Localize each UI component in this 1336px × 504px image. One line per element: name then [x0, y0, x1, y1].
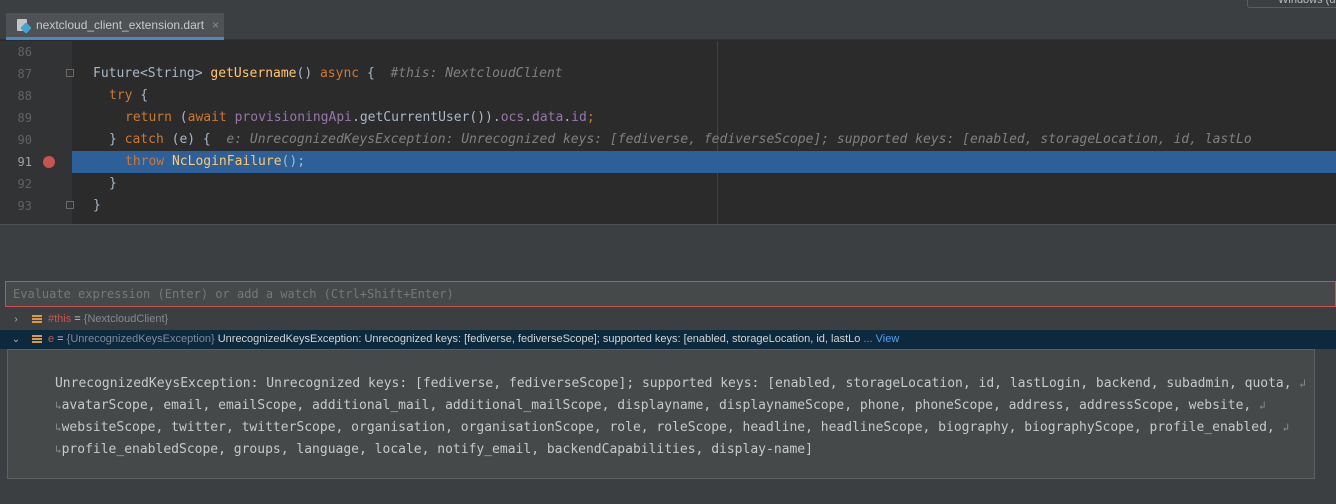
field-icon — [32, 315, 42, 324]
variable-row[interactable]: ⌄ e = {UnrecognizedKeysException} Unreco… — [0, 330, 1336, 349]
code-line: 88 try { — [0, 85, 1336, 107]
evaluate-expression-input[interactable]: Evaluate expression (Enter) or add a wat… — [5, 281, 1336, 307]
breakpoint-icon[interactable] — [43, 156, 55, 168]
code-text: try { — [109, 88, 149, 103]
code-text: } — [109, 176, 117, 191]
view-link[interactable]: ... View — [860, 333, 899, 345]
variable-type: {UnrecognizedKeysException} — [66, 333, 218, 345]
field-icon — [32, 335, 42, 344]
code-line: 92 } — [0, 173, 1336, 195]
code-editor[interactable]: 86 87 Future<String> getUsername() async… — [0, 41, 1336, 224]
code-line: 93 } — [0, 195, 1336, 217]
fold-marker-icon[interactable] — [66, 69, 74, 77]
editor-tab[interactable]: nextcloud_client_extension.dart × — [6, 13, 224, 40]
soft-wrap-icon: ↲ — [1282, 421, 1290, 434]
code-line: 87 Future<String> getUsername() async { … — [0, 63, 1336, 85]
code-text: } — [93, 198, 101, 213]
inline-debug-hint: e: UnrecognizedKeysException: Unrecogniz… — [226, 132, 1252, 147]
execution-point-line: 91 throw NcLoginFailure(); — [0, 151, 1336, 173]
device-selector[interactable]: Windows (d — [1247, 0, 1336, 8]
variable-name: #this — [48, 313, 72, 325]
soft-wrap-icon: ↲ — [1299, 377, 1307, 390]
line-number: 90 — [17, 133, 32, 147]
code-text: return (await provisioningApi.getCurrent… — [125, 110, 595, 125]
code-text: } catch (e) { e: UnrecognizedKeysExcepti… — [109, 132, 1252, 147]
soft-wrap-icon: ↳ — [54, 443, 62, 456]
code-text: Future<String> getUsername() async { #th… — [93, 66, 563, 81]
variable-type: {NextcloudClient} — [83, 313, 169, 325]
fold-marker-icon[interactable] — [66, 201, 74, 209]
line-number: 93 — [17, 199, 32, 213]
inline-debug-hint: #this: NextcloudClient — [390, 66, 563, 81]
line-number: 89 — [17, 111, 32, 125]
line-number: 87 — [17, 67, 32, 81]
panel-splitter[interactable] — [0, 224, 1336, 251]
chevron-down-icon[interactable]: ⌄ — [11, 330, 21, 349]
code-line: 89 return (await provisioningApi.getCurr… — [0, 107, 1336, 129]
dart-file-icon — [16, 18, 32, 34]
line-number: 91 — [17, 155, 32, 169]
tab-file-name: nextcloud_client_extension.dart — [36, 18, 205, 32]
variable-row[interactable]: › #this = {NextcloudClient} — [0, 310, 1336, 329]
debugger-variables-panel: Evaluate expression (Enter) or add a wat… — [0, 280, 1336, 504]
code-line: 90 } catch (e) { e: UnrecognizedKeysExce… — [0, 129, 1336, 151]
code-line: 86 — [0, 41, 1336, 63]
code-text: throw NcLoginFailure(); — [125, 154, 306, 169]
editor-tab-bar: nextcloud_client_extension.dart × Window… — [0, 0, 1336, 40]
debugger-header — [0, 251, 1336, 280]
line-number: 86 — [17, 45, 32, 59]
line-number: 92 — [17, 177, 32, 191]
variable-value: UnrecognizedKeysException: Unrecognized … — [217, 333, 861, 345]
chevron-right-icon[interactable]: › — [11, 310, 21, 329]
close-tab-icon[interactable]: × — [212, 18, 219, 32]
value-viewer[interactable]: UnrecognizedKeysException: Unrecognized … — [7, 349, 1315, 479]
line-number: 88 — [17, 89, 32, 103]
value-text-line: profile_enabledScope, groups, language, … — [61, 442, 813, 457]
